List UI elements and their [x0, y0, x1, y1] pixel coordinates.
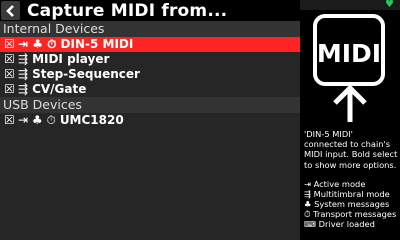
checkbox-icon[interactable]: ☒: [4, 82, 16, 97]
chevron-left-icon: [5, 4, 14, 17]
mode-icons: ⇶: [18, 52, 29, 66]
checkbox-icon[interactable]: ☒: [4, 113, 16, 128]
help-text: 'DIN-5 MIDI' connected to chain's MIDI i…: [304, 129, 398, 170]
legend-item-active: ⇥ Active mode: [304, 179, 366, 189]
mode-icons: ⇶: [18, 67, 29, 81]
back-button[interactable]: [1, 1, 20, 20]
list-item-label: Step-Sequencer: [32, 67, 140, 81]
title-bar: Capture MIDI from...: [0, 0, 300, 21]
list-item-midi-player[interactable]: ☒ ⇶ MIDI player: [0, 52, 300, 67]
heart-icon: ♥: [385, 0, 394, 10]
list-item-cv-gate[interactable]: ☒ ⇶ CV/Gate: [0, 82, 300, 97]
checkbox-icon[interactable]: ☒: [4, 67, 16, 82]
legend-item-transport: ⏱ Transport messages: [304, 209, 397, 219]
list-item-step-sequencer[interactable]: ☒ ⇶ Step-Sequencer: [0, 67, 300, 82]
list-item-label: UMC1820: [59, 113, 124, 127]
status-bar: ♥: [300, 0, 400, 10]
checkbox-icon[interactable]: ☒: [4, 52, 16, 67]
arrow-up-icon: [333, 84, 367, 122]
legend: ⇥ Active mode ⇶ Multitimbral mode ♣ Syst…: [304, 179, 400, 229]
page-title: Capture MIDI from...: [27, 0, 228, 21]
legend-item-driver: ⌨ Driver loaded: [304, 219, 375, 229]
section-header-usb: USB Devices: [0, 97, 300, 113]
list-item-din5-midi[interactable]: ☒ ⇥ ♣ ⏱ DIN-5 MIDI: [0, 37, 300, 52]
midi-logo-text: MIDI: [317, 39, 381, 68]
legend-item-system: ♣ System messages: [304, 199, 390, 209]
midi-logo: MIDI: [313, 14, 385, 86]
mode-icons: ⇥ ♣ ⏱: [18, 37, 57, 51]
device-list: Internal Devices ☒ ⇥ ♣ ⏱ DIN-5 MIDI ☒ ⇶ …: [0, 21, 300, 240]
list-item-label: CV/Gate: [32, 82, 87, 96]
section-header-internal: Internal Devices: [0, 21, 300, 37]
list-item-label: MIDI player: [32, 52, 110, 66]
legend-item-multitimbral: ⇶ Multitimbral mode: [304, 189, 390, 199]
checkbox-icon[interactable]: ☒: [4, 37, 16, 52]
info-panel: ♥ MIDI 'DIN-5 MIDI' connected to chain's…: [300, 0, 400, 240]
list-item-label: DIN-5 MIDI: [60, 37, 134, 51]
mode-icons: ⇶: [18, 82, 29, 96]
mode-icons: ⇥ ♣ ⏱: [18, 113, 56, 127]
list-item-umc1820[interactable]: ☒ ⇥ ♣ ⏱ UMC1820: [0, 113, 300, 128]
